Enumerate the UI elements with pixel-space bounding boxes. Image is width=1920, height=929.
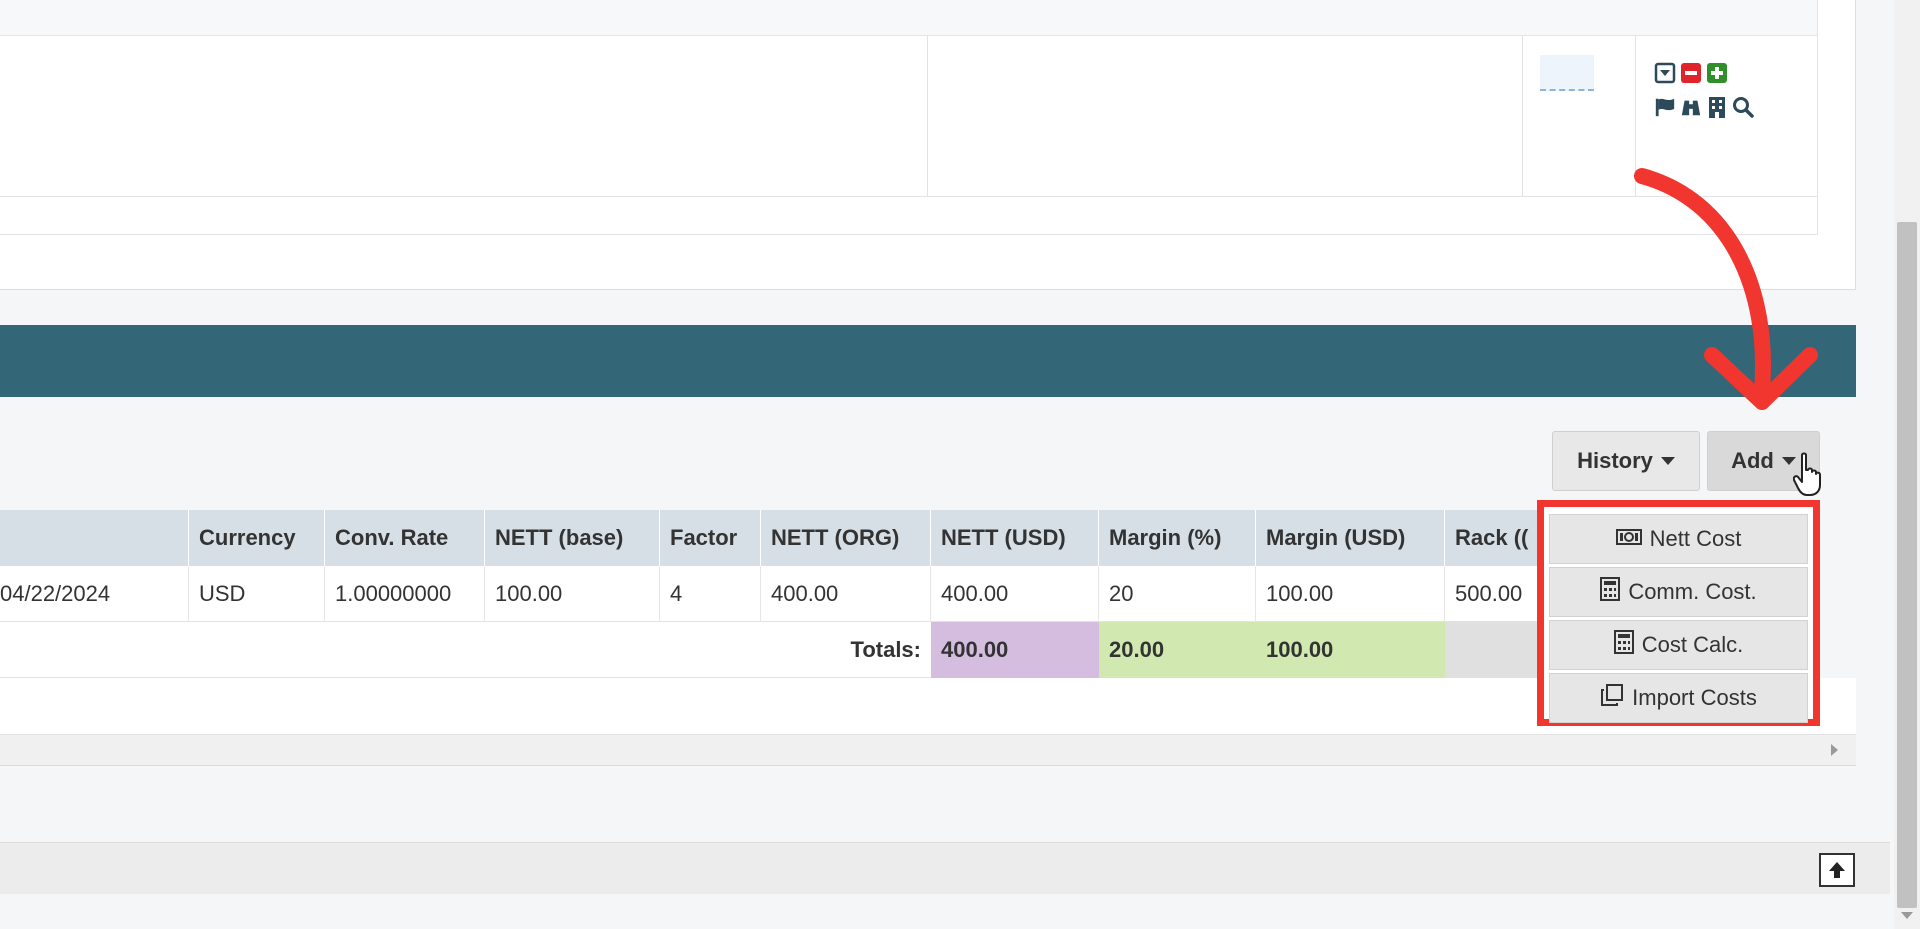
cell-factor: 4 [660,566,761,622]
menu-item-label: Nett Cost [1649,526,1742,551]
cell-nett-base: 100.00 [485,566,660,622]
menu-item-cost-calc[interactable]: Cost Calc. [1549,620,1808,670]
header-nett-org[interactable]: NETT (ORG) [761,510,931,566]
history-button[interactable]: History [1552,431,1700,491]
cell-nett-usd: 400.00 [931,566,1099,622]
header-margin-usd[interactable]: Margin (USD) [1256,510,1445,566]
scroll-to-top-button[interactable] [1819,853,1855,887]
header-currency[interactable]: Currency [189,510,325,566]
menu-item-label: Cost Calc. [1641,632,1744,657]
cell-margin-usd: 100.00 [1256,566,1445,622]
caret-down-icon [1660,457,1675,465]
header-conv-rate[interactable]: Conv. Rate [325,510,485,566]
cell-margin-pct: 20 [1099,566,1256,622]
cell-conv-rate: 1.00000000 [325,566,485,622]
totals-label: Totals: [850,637,921,662]
header-date[interactable] [0,510,189,566]
copy-icon [1600,683,1624,713]
dropdown-square-icon[interactable] [1654,62,1676,84]
history-button-label: History [1577,448,1653,473]
page-footer [0,842,1890,894]
minus-square-icon[interactable] [1680,62,1702,84]
arrow-up-icon [1829,862,1845,878]
header-factor[interactable]: Factor [660,510,761,566]
row-action-icons [1654,62,1774,130]
calculator-icon [1613,630,1634,660]
plus-square-icon[interactable] [1706,62,1728,84]
building-icon[interactable] [1706,96,1728,118]
menu-item-comm-cost[interactable]: Comm. Cost. [1549,567,1808,617]
section-header-bar [0,325,1856,397]
search-icon[interactable] [1732,96,1754,118]
menu-item-import-costs[interactable]: Import Costs [1549,673,1808,723]
total-margin-usd: 100.00 [1256,622,1445,678]
totals-row: Totals: 400.00 20.00 100.00 [0,622,1640,678]
binoculars-icon[interactable] [1680,96,1702,118]
money-icon [1615,526,1642,552]
editable-cell-placeholder[interactable] [1540,55,1594,91]
cell-currency: USD [189,566,325,622]
horizontal-scrollbar[interactable] [0,734,1856,766]
header-nett-base[interactable]: NETT (base) [485,510,660,566]
add-dropdown-menu: Nett Cost Comm. Cost. Cost Calc. Import … [1537,500,1820,726]
cell-nett-org: 400.00 [761,566,931,622]
menu-item-label: Import Costs [1632,685,1757,710]
cell-date: 04/22/2024 [0,566,189,622]
menu-item-nett-cost[interactable]: Nett Cost [1549,514,1808,564]
detail-footer-row [0,197,1818,235]
table-row[interactable]: 04/22/2024 USD 1.00000000 100.00 4 400.0… [0,566,1640,622]
scroll-right-icon[interactable] [1831,744,1838,756]
total-margin-pct: 20.00 [1099,622,1256,678]
calculator-icon [1600,577,1621,607]
menu-item-label: Comm. Cost. [1628,579,1757,604]
detail-panel [0,0,1856,290]
hand-cursor-icon [1793,452,1821,496]
grid-header-row: Currency Conv. Rate NETT (base) Factor N… [0,510,1640,566]
total-nett-usd: 400.00 [931,622,1099,678]
detail-strip [0,0,1818,36]
header-nett-usd[interactable]: NETT (USD) [931,510,1099,566]
scroll-down-icon[interactable] [1901,912,1913,919]
vertical-scrollbar-thumb[interactable] [1897,222,1917,908]
add-button-label: Add [1731,448,1774,473]
header-margin-pct[interactable]: Margin (%) [1099,510,1256,566]
vertical-scrollbar[interactable] [1894,0,1920,929]
flag-icon[interactable] [1654,96,1676,118]
